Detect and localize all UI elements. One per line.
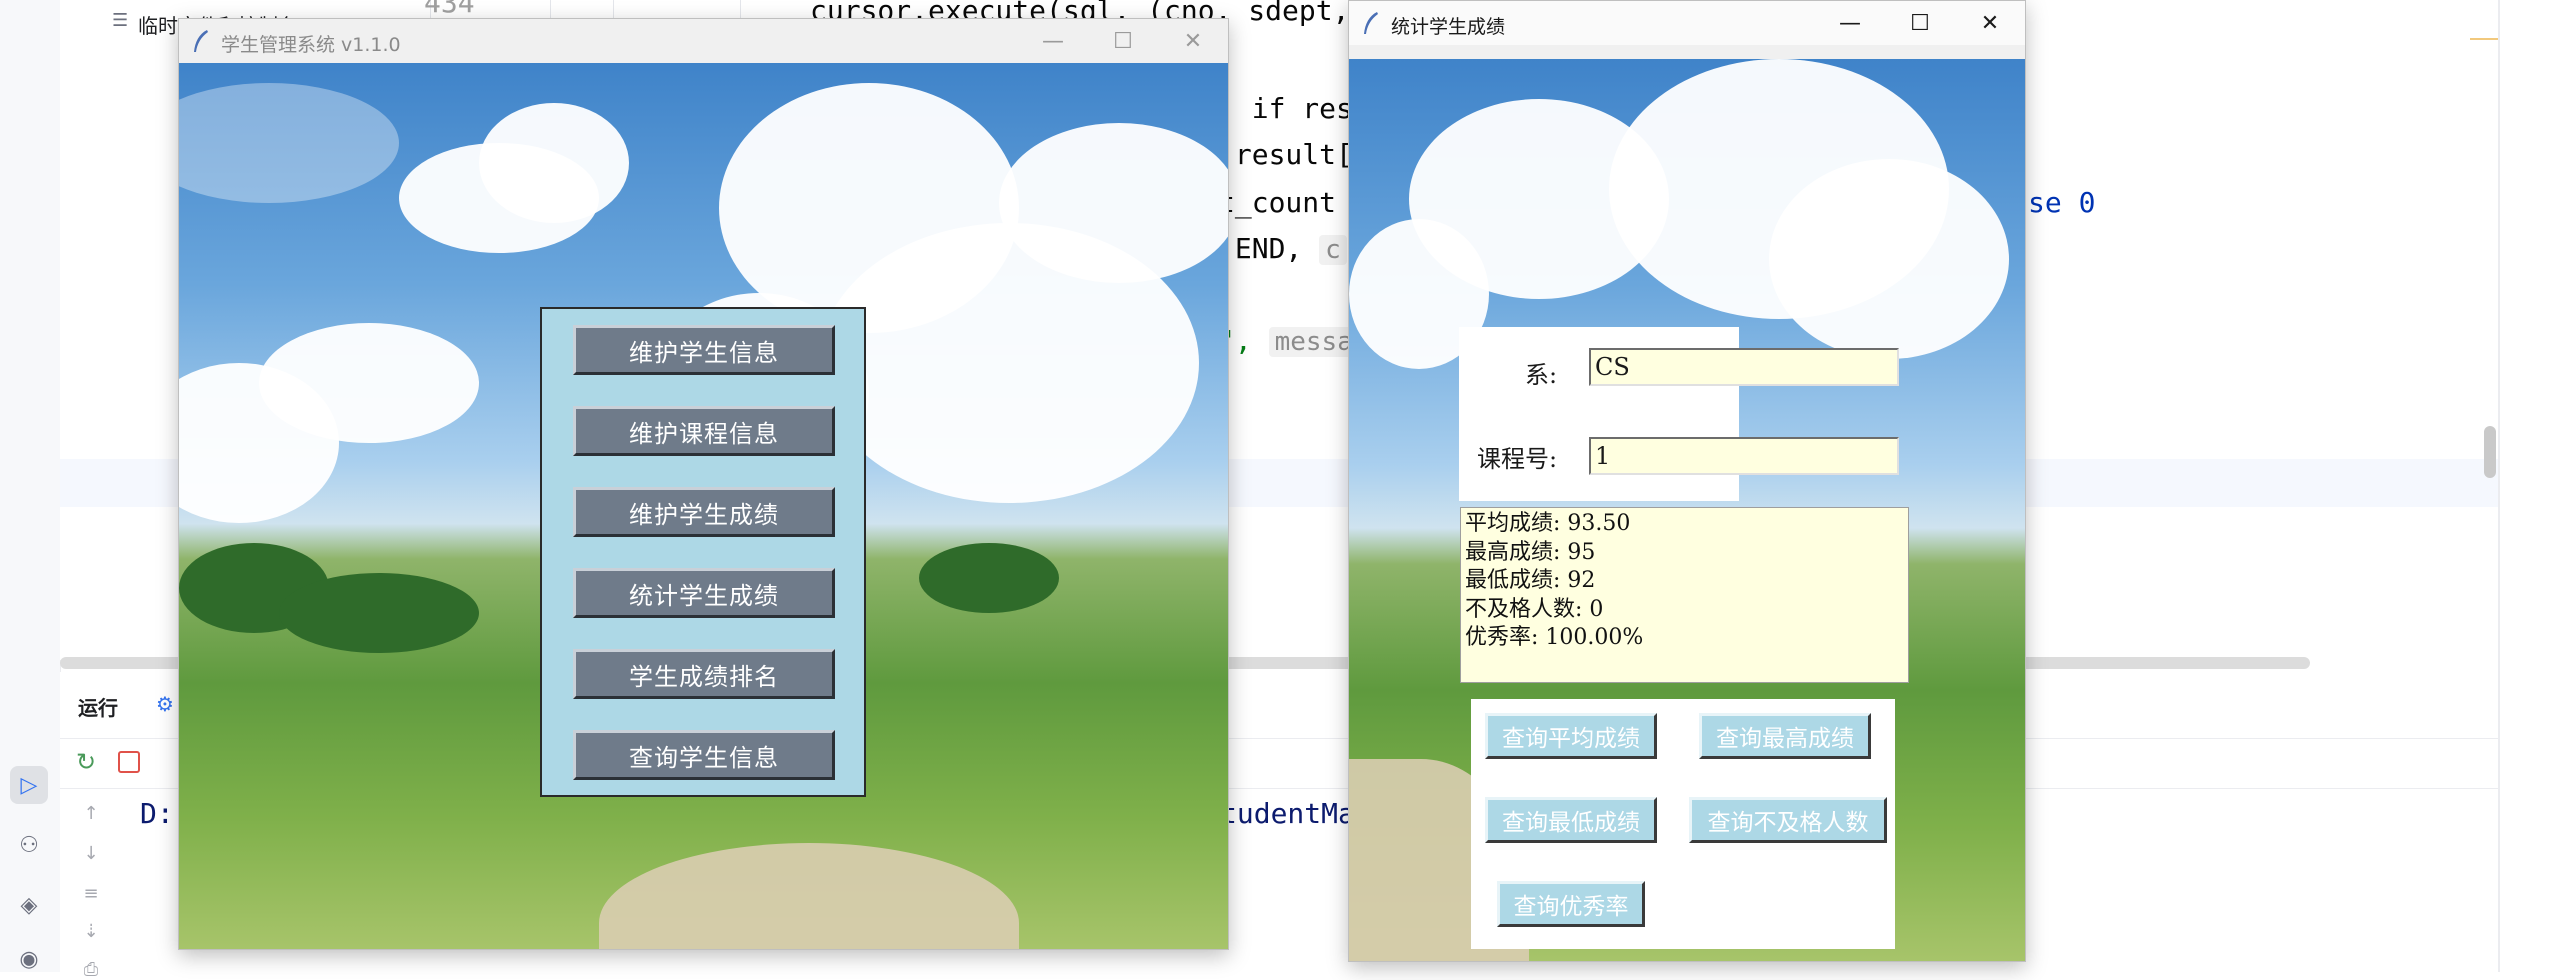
editor-right-gutter	[2498, 0, 2500, 972]
maintain-student-grades-button[interactable]: 维护学生成绩	[573, 487, 835, 537]
console-output-tail: tudentMa	[1220, 797, 1355, 830]
scroll-end-icon[interactable]: ⇣	[80, 920, 102, 942]
run-tool-icon[interactable]: ▷	[10, 766, 48, 804]
layers-icon[interactable]: ◈	[10, 886, 48, 924]
course-label: 课程号:	[1477, 445, 1558, 473]
query-avg-button[interactable]: 查询平均成绩	[1485, 713, 1657, 759]
param-hint: messa	[1268, 327, 1359, 357]
window-title: 统计学生成绩	[1391, 16, 1506, 38]
play-circle-icon[interactable]: ◉	[10, 940, 48, 978]
max-grade-result: 最高成绩: 95	[1465, 539, 1596, 565]
stats-window: 统计学生成绩 — ☐ ✕ 系: 课程号: 平均成绩: 93.50 最高成绩: 9…	[1348, 0, 2026, 962]
query-min-button[interactable]: 查询最低成绩	[1485, 797, 1657, 843]
run-tab[interactable]: 运行	[78, 692, 118, 721]
editor-vertical-scrollbar[interactable]	[2484, 426, 2496, 478]
ide-tool-strip: ▷ ⚇ ◈ ◉	[0, 0, 61, 972]
minimize-button[interactable]: —	[1018, 19, 1088, 63]
fail-count-result: 不及格人数: 0	[1465, 596, 1604, 622]
grade-ranking-button[interactable]: 学生成绩排名	[573, 649, 835, 699]
main-window: 学生管理系统 v1.1.0 — ☐ ✕ 维护学生信息 维护课程信息 维护学生成绩…	[178, 18, 1229, 950]
maximize-button[interactable]: ☐	[1885, 1, 1955, 45]
editor-marker	[2470, 0, 2498, 40]
param-hint: c	[1319, 235, 1347, 265]
main-window-titlebar[interactable]: 学生管理系统 v1.1.0 — ☐ ✕	[179, 19, 1228, 63]
minimize-button[interactable]: —	[1815, 1, 1885, 45]
dept-input[interactable]	[1589, 348, 1899, 386]
grade-statistics-button[interactable]: 统计学生成绩	[573, 568, 835, 618]
query-excellent-rate-button[interactable]: 查询优秀率	[1497, 881, 1645, 927]
gutter-divider	[613, 0, 614, 20]
stop-icon[interactable]	[118, 751, 140, 773]
query-max-button[interactable]: 查询最高成绩	[1699, 713, 1871, 759]
maintain-student-info-button[interactable]: 维护学生信息	[573, 325, 835, 375]
code-line-4-else: se 0	[2028, 186, 2096, 219]
maintain-course-info-button[interactable]: 维护课程信息	[573, 406, 835, 456]
list-icon: ☰	[112, 10, 129, 31]
rerun-icon[interactable]: ↻	[76, 748, 96, 776]
avg-grade-result: 平均成绩: 93.50	[1465, 511, 1631, 536]
arrow-up-icon[interactable]: ↑	[80, 802, 102, 824]
window-title: 学生管理系统 v1.1.0	[221, 34, 401, 56]
stat-button-panel: 查询平均成绩 查询最高成绩 查询最低成绩 查询不及格人数 查询优秀率	[1471, 699, 1895, 949]
print-icon[interactable]: ⎙	[80, 958, 102, 980]
code-line-3: result[	[1218, 138, 1353, 171]
dept-label: 系:	[1525, 361, 1558, 389]
line-number: 434	[424, 0, 475, 19]
code-line-6: ", messa	[1218, 324, 1359, 357]
excellent-rate-result: 优秀率: 100.00%	[1465, 625, 1644, 650]
gutter-divider	[550, 0, 551, 20]
feather-icon	[1364, 12, 1378, 34]
soft-wrap-icon[interactable]: ≡	[80, 882, 102, 904]
code-line-4: t_count	[1218, 186, 1353, 219]
stats-window-titlebar[interactable]: 统计学生成绩 — ☐ ✕	[1349, 1, 2025, 45]
python-tab-icon[interactable]: ⚙	[156, 692, 174, 716]
min-grade-result: 最低成绩: 92	[1465, 568, 1596, 593]
code-line-5: .END, c	[1218, 232, 1347, 265]
results-text-area[interactable]: 平均成绩: 93.50 最高成绩: 95 最低成绩: 92 不及格人数: 0 优…	[1460, 507, 1909, 683]
arrow-down-icon[interactable]: ↓	[80, 842, 102, 864]
maximize-button[interactable]: ☐	[1088, 19, 1158, 63]
gutter-divider	[740, 0, 741, 20]
query-student-info-button[interactable]: 查询学生信息	[573, 730, 835, 780]
query-fail-count-button[interactable]: 查询不及格人数	[1689, 797, 1887, 843]
course-no-input[interactable]	[1589, 437, 1899, 475]
close-button[interactable]: ✕	[1955, 1, 2025, 45]
feather-icon	[194, 30, 208, 52]
console-output: D:	[140, 797, 174, 830]
menu-panel: 维护学生信息 维护课程信息 维护学生成绩 统计学生成绩 学生成绩排名 查询学生信…	[540, 307, 866, 797]
python-console-icon[interactable]: ⚇	[10, 826, 48, 864]
close-button[interactable]: ✕	[1158, 19, 1228, 63]
